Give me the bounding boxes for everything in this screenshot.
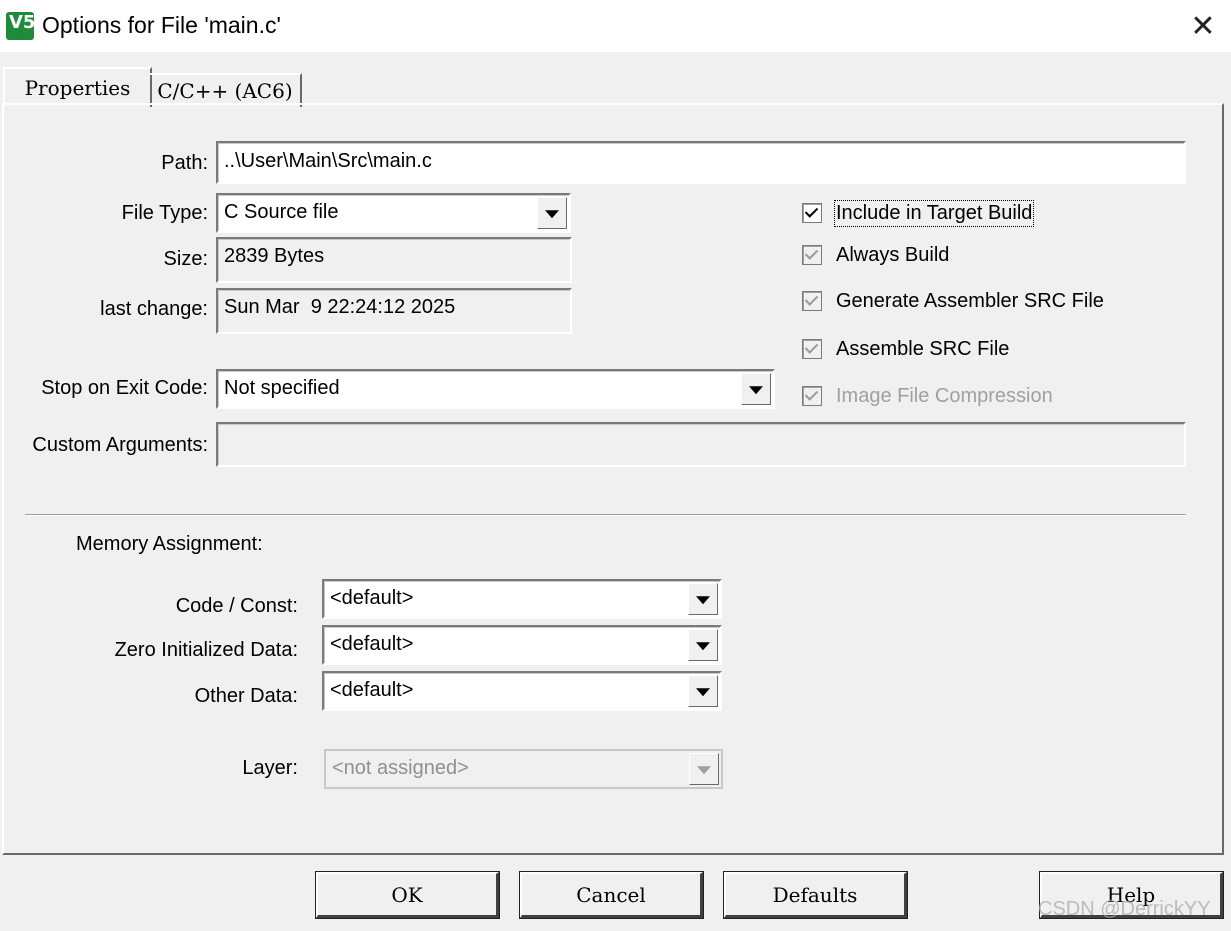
- watermark: CSDN @DerrickYY: [1038, 898, 1211, 920]
- checkbox-label: Image File Compression: [836, 384, 1053, 407]
- last-change-label: last change:: [100, 298, 208, 320]
- checkbox-label[interactable]: Include in Target Build: [833, 199, 1035, 227]
- code-const-value: <default>: [330, 587, 414, 609]
- code-const-select[interactable]: <default>: [322, 579, 722, 619]
- tab-c-cpp-ac6[interactable]: C/C++ (AC6): [150, 73, 302, 107]
- checkbox-label[interactable]: Generate Assembler SRC File: [836, 290, 1104, 313]
- size-label: Size:: [163, 248, 208, 270]
- stop-on-exit-value: Not specified: [224, 377, 340, 399]
- path-field[interactable]: ..\User\Main\Src\main.c: [216, 141, 1186, 184]
- code-const-label: Code / Const:: [175, 595, 298, 617]
- layer-value: <not assigned>: [332, 757, 469, 779]
- chevron-down-icon[interactable]: [688, 675, 718, 707]
- checkbox-image-file-compression: Image File Compression: [802, 383, 1053, 409]
- file-type-value: C Source file: [224, 201, 339, 223]
- checkbox-generate-assembler-src[interactable]: Generate Assembler SRC File: [802, 288, 1104, 314]
- chevron-down-icon: [689, 753, 719, 785]
- layer-select: <not assigned>: [324, 749, 723, 789]
- chevron-down-icon[interactable]: [741, 373, 771, 405]
- other-data-value: <default>: [330, 679, 414, 701]
- chevron-down-icon[interactable]: [688, 583, 718, 615]
- checkbox-always-build[interactable]: Always Build: [802, 242, 949, 268]
- section-divider: [25, 514, 1186, 516]
- app-icon-glyph: V5: [9, 12, 36, 33]
- checkbox-checked-icon[interactable]: [802, 203, 822, 223]
- stop-on-exit-select[interactable]: Not specified: [216, 369, 775, 409]
- window-title: Options for File 'main.c': [42, 12, 281, 38]
- close-icon[interactable]: ✕: [1175, 0, 1231, 52]
- zero-initialized-data-label: Zero Initialized Data:: [114, 639, 298, 661]
- checkbox-label[interactable]: Assemble SRC File: [836, 338, 1009, 361]
- tab-properties[interactable]: Properties: [3, 67, 152, 107]
- chevron-down-icon[interactable]: [688, 629, 718, 661]
- other-data-select[interactable]: <default>: [322, 671, 722, 711]
- chevron-down-icon[interactable]: [537, 197, 567, 229]
- file-type-label: File Type:: [121, 202, 208, 224]
- memory-assignment-heading: Memory Assignment:: [76, 533, 263, 555]
- checkbox-checked-icon: [802, 386, 822, 406]
- stop-on-exit-label: Stop on Exit Code:: [41, 377, 208, 399]
- checkbox-checked-icon[interactable]: [802, 339, 822, 359]
- cancel-button[interactable]: Cancel: [520, 872, 703, 918]
- zero-initialized-data-value: <default>: [330, 633, 414, 655]
- custom-arguments-label: Custom Arguments:: [32, 434, 208, 456]
- ok-button[interactable]: OK: [316, 872, 499, 918]
- other-data-label: Other Data:: [194, 685, 298, 707]
- checkbox-checked-icon[interactable]: [802, 245, 822, 265]
- defaults-button[interactable]: Defaults: [724, 872, 907, 918]
- size-field: 2839 Bytes: [216, 237, 572, 283]
- keil-app-icon: V5: [6, 12, 36, 40]
- checkbox-label[interactable]: Always Build: [836, 244, 949, 267]
- layer-label: Layer:: [242, 757, 298, 779]
- path-label: Path:: [161, 152, 208, 174]
- checkbox-include-in-target-build[interactable]: Include in Target Build: [802, 199, 1035, 227]
- zero-initialized-data-select[interactable]: <default>: [322, 625, 722, 665]
- file-type-select[interactable]: C Source file: [216, 193, 571, 233]
- checkbox-assemble-src[interactable]: Assemble SRC File: [802, 336, 1009, 362]
- title-bar: V5 Options for File 'main.c' ✕: [0, 0, 1231, 52]
- last-change-field: Sun Mar 9 22:24:12 2025: [216, 288, 572, 334]
- custom-arguments-field: [216, 422, 1186, 467]
- checkbox-checked-icon[interactable]: [802, 291, 822, 311]
